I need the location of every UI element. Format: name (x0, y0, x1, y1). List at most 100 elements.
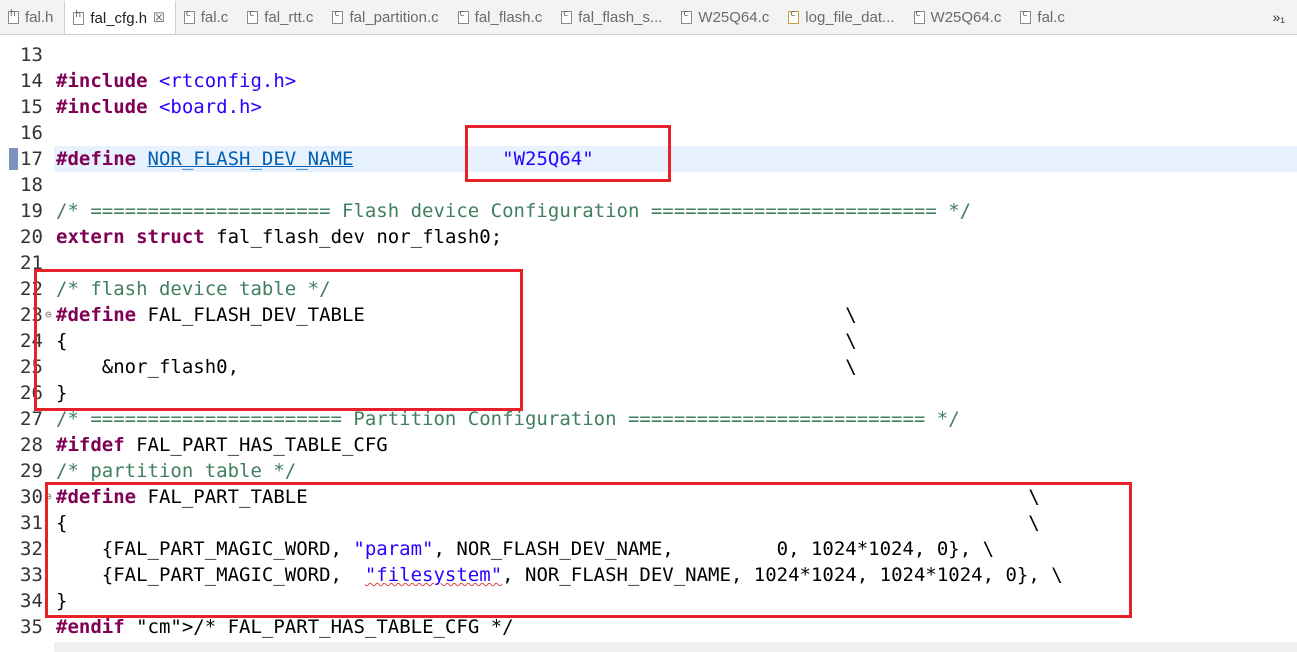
code-text: #endif "cm">/* FAL_PART_HAS_TABLE_CFG */ (56, 616, 514, 638)
code-line: 29 /* partition table */ (0, 458, 1297, 484)
source-file-icon (913, 9, 925, 24)
code-text: /* ===================== Flash device Co… (56, 200, 972, 222)
line-number: 18 (20, 174, 43, 196)
line-number: 28 (20, 434, 43, 456)
tab-label: fal.c (1037, 8, 1065, 26)
line-number: 25 (20, 356, 43, 378)
source-file-icon (1020, 9, 1032, 24)
code-line: 21 (0, 250, 1297, 276)
code-text: } (56, 590, 68, 612)
code-text: #define NOR_FLASH_DEV_NAME "W25Q64" (56, 148, 594, 170)
line-number: 13 (20, 44, 43, 66)
line-number: 24 (20, 330, 43, 352)
log-file-icon (788, 9, 800, 24)
tab-label: fal.c (200, 8, 229, 26)
line-number: 31 (20, 512, 43, 534)
tab-fal-flash-s[interactable]: fal_flash_s... (553, 0, 673, 34)
code-line: 13 (0, 42, 1297, 68)
tab-fal-c[interactable]: fal.c (176, 0, 240, 34)
code-text: { \ (56, 330, 857, 352)
tab-label: fal_cfg.h (90, 9, 148, 27)
code-text: {FAL_PART_MAGIC_WORD, "filesystem", NOR_… (56, 564, 1063, 586)
code-line: 15 #include <board.h> (0, 94, 1297, 120)
source-file-icon (457, 9, 469, 24)
tab-fal-c-2[interactable]: fal.c (1012, 0, 1076, 34)
line-number: 35 (20, 616, 43, 638)
code-text: {FAL_PART_MAGIC_WORD, "param", NOR_FLASH… (56, 538, 995, 560)
tab-label: W25Q64.c (930, 8, 1002, 26)
code-text: { \ (56, 512, 1040, 534)
code-editor[interactable]: 13 14 #include <rtconfig.h> 15 #include <boa… (0, 34, 1297, 652)
tab-fal-h[interactable]: fal.h (0, 0, 64, 34)
code-text: #ifdef FAL_PART_HAS_TABLE_CFG (56, 434, 388, 456)
code-line: 17 #define NOR_FLASH_DEV_NAME "W25Q64" (0, 146, 1297, 172)
horizontal-scrollbar[interactable] (54, 642, 1297, 652)
tab-label: fal_flash_s... (578, 8, 663, 26)
code-line: 33 {FAL_PART_MAGIC_WORD, "filesystem", N… (0, 562, 1297, 588)
line-number: 16 (20, 122, 43, 144)
code-line: 24 { \ (0, 328, 1297, 354)
line-number: 33 (20, 564, 43, 586)
line-number: 19 (20, 200, 43, 222)
tab-label: fal.h (25, 8, 54, 26)
fold-toggle-icon[interactable]: ⊖ (45, 302, 52, 328)
header-file-icon (8, 9, 19, 24)
code-line: 30 ⊖ #define FAL_PART_TABLE \ (0, 484, 1297, 510)
code-line: 35 #endif "cm">/* FAL_PART_HAS_TABLE_CFG … (0, 614, 1297, 640)
source-file-icon (681, 9, 693, 24)
close-tab-icon[interactable]: ☒ (153, 10, 165, 26)
line-number: 21 (20, 252, 43, 274)
code-text: /* ====================== Partition Conf… (56, 408, 960, 430)
code-text: /* partition table */ (56, 460, 297, 482)
source-file-icon (332, 9, 344, 24)
tab-fal-rtt-c[interactable]: fal_rtt.c (239, 0, 324, 34)
tab-fal-cfg-h[interactable]: fal_cfg.h ☒ (64, 0, 176, 34)
line-number: 26 (20, 382, 43, 404)
code-line: 34} (0, 588, 1297, 614)
tab-label: log_file_dat... (805, 8, 895, 26)
line-number: 27 (20, 408, 43, 430)
tab-w25q64-c-2[interactable]: W25Q64.c (906, 0, 1013, 34)
code-line: 23 ⊖ #define FAL_FLASH_DEV_TABLE \ (0, 302, 1297, 328)
line-number: 29 (20, 460, 43, 482)
line-number: 32 (20, 538, 43, 560)
code-text: extern struct fal_flash_dev nor_flash0; (56, 226, 503, 248)
line-number: 14 (20, 70, 43, 92)
code-text: } (56, 382, 68, 404)
code-text: /* flash device table */ (56, 278, 331, 300)
source-file-icon (561, 9, 573, 24)
code-text: #include <rtconfig.h> (56, 70, 297, 92)
code-text: &nor_flash0, \ (56, 356, 857, 378)
code-text: #define FAL_PART_TABLE \ (56, 486, 1040, 508)
code-line: 32 {FAL_PART_MAGIC_WORD, "param", NOR_FL… (0, 536, 1297, 562)
code-line: 20 extern struct fal_flash_dev nor_flash0… (0, 224, 1297, 250)
editor-tab-bar: fal.h fal_cfg.h ☒ fal.c fal_rtt.c fal_par… (0, 0, 1297, 35)
line-number: 17 (20, 148, 43, 170)
source-file-icon (247, 9, 259, 24)
code-line: 22 /* flash device table */ (0, 276, 1297, 302)
code-line: 16 (0, 120, 1297, 146)
tab-label: fal_rtt.c (264, 8, 314, 26)
code-line: 18 (0, 172, 1297, 198)
tab-label: fal_partition.c (349, 8, 439, 26)
header-file-icon (73, 10, 85, 25)
code-line: 27 /* ====================== Partition Co… (0, 406, 1297, 432)
code-line: 14 #include <rtconfig.h> (0, 68, 1297, 94)
line-number: 22 (20, 278, 43, 300)
code-line: 28 #ifdef FAL_PART_HAS_TABLE_CFG (0, 432, 1297, 458)
tab-overflow-button[interactable]: »₁ (1260, 0, 1297, 34)
code-text: #include <board.h> (56, 96, 262, 118)
tab-fal-flash-c[interactable]: fal_flash.c (450, 0, 554, 34)
line-number: 34 (20, 590, 43, 612)
tab-fal-partition-c[interactable]: fal_partition.c (324, 0, 449, 34)
tab-label: fal_flash.c (474, 8, 543, 26)
code-line: 26} (0, 380, 1297, 406)
fold-toggle-icon[interactable]: ⊖ (45, 484, 52, 510)
tab-w25q64-c[interactable]: W25Q64.c (673, 0, 780, 34)
tab-label: W25Q64.c (698, 8, 770, 26)
code-line: 31 { \ (0, 510, 1297, 536)
source-file-icon (183, 9, 195, 24)
line-number: 15 (20, 96, 43, 118)
code-line: 25 &nor_flash0, \ (0, 354, 1297, 380)
tab-log-file-dat[interactable]: log_file_dat... (780, 0, 905, 34)
